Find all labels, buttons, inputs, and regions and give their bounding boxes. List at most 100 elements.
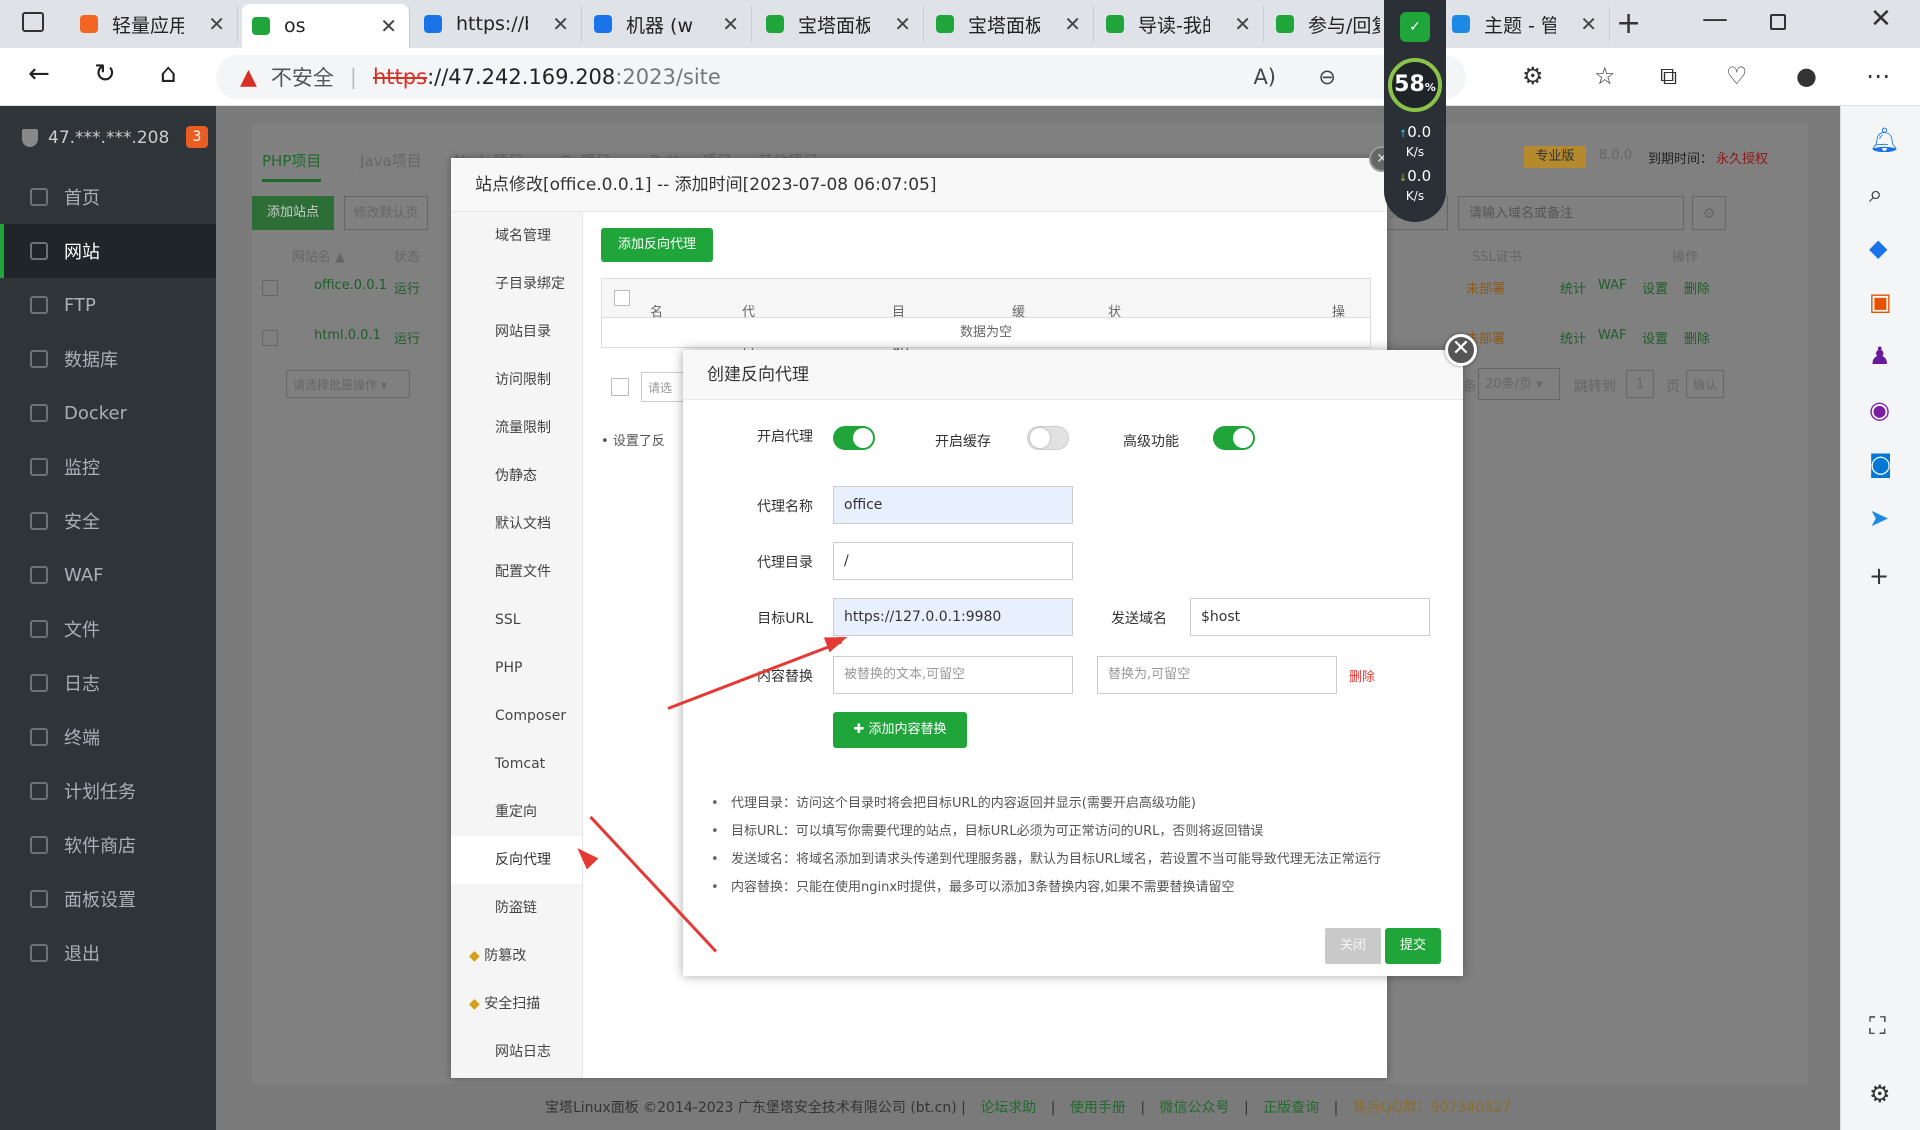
tab-close-icon[interactable]: ✕ — [380, 14, 397, 38]
network-speed-widget[interactable]: ✓ 58% ↑0.0 K/s ↓0.0 K/s — [1384, 0, 1446, 222]
tab-close-icon[interactable]: ✕ — [894, 12, 911, 36]
security-label[interactable]: 不安全 — [271, 62, 334, 92]
site-edit-menu-item[interactable]: 配置文件 — [451, 548, 582, 596]
read-aloud-icon[interactable]: A) — [1253, 65, 1276, 89]
submit-button[interactable]: 提交 — [1385, 928, 1441, 964]
site-name[interactable]: html.0.0.1 — [314, 328, 381, 343]
footer-link[interactable]: 论坛求助 — [980, 1100, 1036, 1116]
site-edit-menu-item[interactable]: ◆ 防篡改 — [451, 932, 582, 980]
site-status[interactable]: 运行 — [394, 278, 420, 297]
send-domain-input[interactable]: $host — [1190, 598, 1430, 636]
tab-close-icon[interactable]: ✕ — [722, 12, 739, 36]
project-tab[interactable]: PHP项目 — [262, 150, 322, 182]
notification-badge[interactable]: 3 — [186, 126, 208, 148]
outlook-icon[interactable]: ◙ — [1869, 450, 1892, 478]
tab-close-icon[interactable]: ✕ — [208, 12, 225, 36]
bell-icon[interactable]: 🔔︎ — [1869, 126, 1899, 154]
sidebar-item[interactable]: Docker — [0, 386, 216, 440]
sidebar-item[interactable]: 计划任务 — [0, 764, 216, 818]
row-op-link[interactable]: 删除 — [1684, 278, 1710, 297]
pro-badge[interactable]: 专业版 — [1524, 146, 1586, 168]
search-icon[interactable]: ⌕ — [1869, 180, 1882, 208]
profile-avatar-icon[interactable]: ● — [1796, 62, 1817, 90]
site-edit-menu-item[interactable]: SSL — [451, 596, 582, 644]
enable-proxy-toggle[interactable] — [833, 426, 875, 450]
back-arrow-icon[interactable]: ← — [28, 59, 50, 89]
site-edit-menu-item[interactable]: 伪静态 — [451, 452, 582, 500]
site-status[interactable]: 运行 — [394, 328, 420, 347]
site-edit-menu-item[interactable]: ◆ 安全扫描 — [451, 980, 582, 1028]
row-op-link[interactable]: 统计 — [1560, 278, 1586, 297]
extensions-icon[interactable]: ⚙ — [1522, 62, 1544, 90]
site-edit-menu-item[interactable]: 域名管理 — [451, 212, 582, 260]
browser-tab[interactable]: https://bl ✕ — [414, 6, 582, 42]
browser-tab[interactable]: os ✕ — [242, 4, 410, 48]
sidebar-item[interactable]: 网站 — [0, 224, 216, 278]
row-op-link[interactable]: 统计 — [1560, 328, 1586, 347]
tab-close-icon[interactable]: ✕ — [1234, 12, 1251, 36]
browser-tab[interactable]: 参与/回复 — [1266, 6, 1396, 42]
site-edit-menu-item[interactable]: 网站日志 — [451, 1028, 582, 1076]
row-op-link[interactable]: 设置 — [1642, 278, 1668, 297]
site-edit-menu-item[interactable]: 流量限制 — [451, 404, 582, 452]
tab-actions-icon[interactable] — [22, 12, 44, 32]
delete-replace-link[interactable]: 删除 — [1349, 666, 1375, 685]
site-edit-menu-item[interactable]: Tomcat — [451, 740, 582, 788]
confirm-page-button[interactable]: 确认 — [1686, 370, 1724, 398]
sidebar-item[interactable]: 面板设置 — [0, 872, 216, 926]
proxy-dir-input[interactable]: / — [833, 542, 1073, 580]
sidebar-item[interactable]: WAF — [0, 548, 216, 602]
site-edit-menu-item[interactable]: 反向代理 — [451, 836, 582, 884]
add-replace-button[interactable]: ✚ 添加内容替换 — [833, 712, 967, 748]
url-field[interactable]: ▲ 不安全 | https ://47.242.169.208 :2023/si… — [216, 55, 1466, 99]
sidebar-item[interactable]: 数据库 — [0, 332, 216, 386]
advanced-toggle[interactable] — [1213, 426, 1255, 450]
proxy-name-input[interactable]: office — [833, 486, 1073, 524]
screenshot-icon[interactable]: ⛶ — [1869, 1012, 1886, 1040]
project-tab[interactable]: Java项目 — [360, 150, 422, 171]
per-page-select[interactable]: 20条/页 ▾ — [1478, 368, 1560, 400]
footer-link[interactable]: 正版查询 — [1263, 1100, 1319, 1116]
footer-link[interactable]: 使用手册 — [1070, 1100, 1126, 1116]
browser-tab[interactable]: 主题 - 管 ✕ — [1442, 6, 1610, 42]
row-op-link[interactable]: 删除 — [1684, 328, 1710, 347]
toolbox-icon[interactable]: ▣ — [1869, 288, 1892, 316]
tab-close-icon[interactable]: ✕ — [552, 12, 569, 36]
site-edit-menu-item[interactable]: 子目录绑定 — [451, 260, 582, 308]
footer-link[interactable]: 微信公众号 — [1160, 1100, 1230, 1116]
site-edit-menu-item[interactable]: 网站目录 — [451, 308, 582, 356]
restore-button[interactable] — [1770, 14, 1786, 30]
send-icon[interactable]: ➤ — [1869, 504, 1889, 532]
sidebar-item[interactable]: 退出 — [0, 926, 216, 980]
browser-tab[interactable]: 宝塔面板 ✕ — [926, 6, 1094, 42]
row-checkbox[interactable] — [262, 280, 278, 296]
col-site[interactable]: 网站名 ▲ — [292, 246, 345, 265]
site-edit-menu-item[interactable]: Composer — [451, 692, 582, 740]
browser-tab[interactable]: 轻量应用 ✕ — [70, 6, 238, 42]
browser-tab[interactable]: 机器 (w ✕ — [584, 6, 752, 42]
tab-close-icon[interactable]: ✕ — [1580, 12, 1597, 36]
sidebar-item[interactable]: 首页 — [0, 170, 216, 224]
collections-icon[interactable]: ⧉ — [1660, 62, 1677, 90]
new-tab-button[interactable]: + — [1616, 6, 1641, 41]
more-menu-icon[interactable]: ⋯ — [1866, 62, 1890, 90]
row-checkbox[interactable] — [611, 378, 629, 396]
sidebar-item[interactable]: FTP — [0, 278, 216, 332]
modify-default-button[interactable]: 修改默认页 — [344, 196, 428, 230]
sidebar-item[interactable]: 监控 — [0, 440, 216, 494]
site-edit-menu-item[interactable]: 默认文档 — [451, 500, 582, 548]
enable-cache-toggle[interactable] — [1027, 426, 1069, 450]
browser-tab[interactable]: 宝塔面板 ✕ — [756, 6, 924, 42]
games-icon[interactable]: ♟ — [1869, 342, 1891, 370]
site-name[interactable]: office.0.0.1 — [314, 278, 387, 293]
office-icon[interactable]: ◉ — [1869, 396, 1890, 424]
site-edit-menu-item[interactable]: 重定向 — [451, 788, 582, 836]
add-reverse-proxy-button[interactable]: 添加反向代理 — [601, 228, 713, 262]
settings-gear-icon[interactable]: ⚙ — [1869, 1080, 1891, 1108]
sidebar-item[interactable]: 日志 — [0, 656, 216, 710]
site-edit-menu-item[interactable]: 访问限制 — [451, 356, 582, 404]
target-url-input[interactable]: https://127.0.0.1:9980 — [833, 598, 1073, 636]
create-proxy-close-icon[interactable]: ✕ — [1445, 334, 1477, 366]
row-op-link[interactable]: WAF — [1598, 278, 1627, 293]
row-op-link[interactable]: 设置 — [1642, 328, 1668, 347]
